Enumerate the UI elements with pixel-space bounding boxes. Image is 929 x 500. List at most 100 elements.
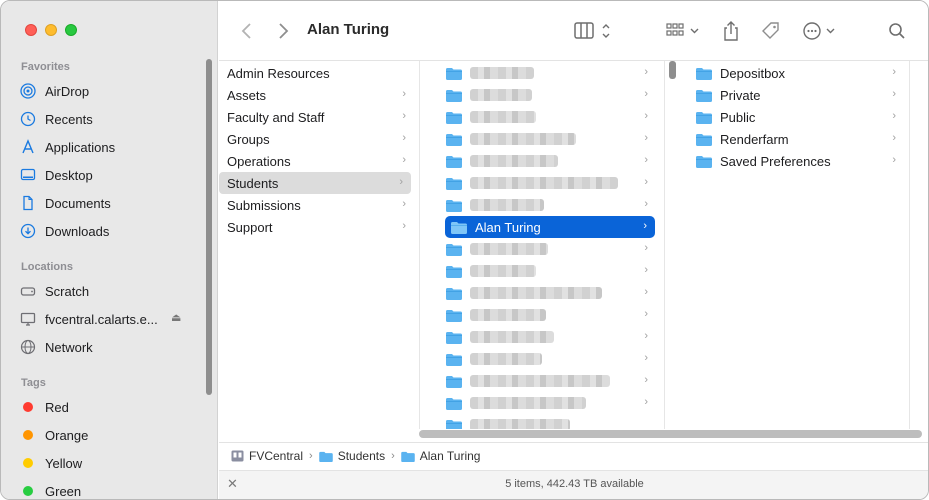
sidebar-tag-yellow[interactable]: Yellow xyxy=(19,451,199,475)
sidebar-tag-orange[interactable]: Orange xyxy=(19,423,199,447)
folder-icon xyxy=(446,265,462,278)
view-mode-button[interactable] xyxy=(573,19,617,43)
sidebar-item-recents[interactable]: Recents xyxy=(19,107,199,131)
server-icon xyxy=(231,450,244,462)
column-row-depositbox[interactable]: Depositbox › xyxy=(696,62,904,84)
chevron-right-icon: › xyxy=(644,330,648,342)
sidebar-tag-red[interactable]: Red xyxy=(19,395,199,419)
chevron-right-icon: › xyxy=(391,450,395,462)
more-actions-button[interactable] xyxy=(801,19,841,43)
breadcrumb-fvcentral[interactable]: FVCentral › xyxy=(231,449,319,463)
chevron-right-icon: › xyxy=(644,110,648,122)
forward-button[interactable] xyxy=(271,19,295,43)
folder-icon xyxy=(446,89,462,102)
sidebar-item-applications[interactable]: Applications xyxy=(19,135,199,159)
folder-icon xyxy=(318,451,333,462)
blurred-name xyxy=(470,375,610,387)
search-button[interactable] xyxy=(885,19,909,43)
document-icon xyxy=(19,194,37,212)
column-row-public[interactable]: Public › xyxy=(696,106,904,128)
column-row-blurred[interactable]: › xyxy=(446,150,656,172)
column-row-blurred[interactable]: › xyxy=(446,392,656,414)
zoom-window-button[interactable] xyxy=(65,24,77,36)
status-text: 5 items, 442.43 TB available xyxy=(505,478,644,490)
chevron-right-icon: › xyxy=(644,88,648,100)
blurred-name xyxy=(470,199,544,211)
column-row-blurred[interactable]: › xyxy=(446,348,656,370)
blurred-name xyxy=(470,353,542,365)
column-row-blurred[interactable]: › xyxy=(446,62,656,84)
display-icon xyxy=(19,310,37,328)
breadcrumb-students[interactable]: Students › xyxy=(318,449,401,463)
column-row-saved-preferences[interactable]: Saved Preferences › xyxy=(696,150,904,172)
column-row-blurred[interactable]: › xyxy=(446,128,656,150)
sidebar-item-desktop[interactable]: Desktop xyxy=(19,163,199,187)
column-row-blurred[interactable] xyxy=(446,414,656,429)
column-row-faculty-and-staff[interactable]: Faculty and Staff › xyxy=(219,106,414,128)
column-row-assets[interactable]: Assets › xyxy=(219,84,414,106)
column-row-alan-turing[interactable]: Alan Turing › xyxy=(445,216,655,238)
yellow-tag-dot-icon xyxy=(23,458,33,468)
sidebar-item-downloads[interactable]: Downloads xyxy=(19,219,199,243)
column-2[interactable]: › › › › › › › Alan Turing › › › › › › › … xyxy=(438,61,665,429)
folder-icon xyxy=(696,111,712,124)
column-row-blurred[interactable]: › xyxy=(446,106,656,128)
applications-icon xyxy=(19,138,37,156)
column-row-blurred[interactable]: › xyxy=(446,238,656,260)
sidebar-item-documents[interactable]: Documents xyxy=(19,191,199,215)
column-3[interactable]: Depositbox › Private › Public › Renderfa… xyxy=(688,61,910,429)
group-by-button[interactable] xyxy=(665,19,705,43)
chevron-right-icon: › xyxy=(644,242,648,254)
tag-button[interactable] xyxy=(759,19,783,43)
column-row-groups[interactable]: Groups › xyxy=(219,128,414,150)
sidebar-item-airdrop[interactable]: AirDrop xyxy=(19,79,199,103)
column-row-blurred[interactable]: › xyxy=(446,84,656,106)
chevron-right-icon: › xyxy=(399,176,403,188)
column-row-submissions[interactable]: Submissions › xyxy=(219,194,414,216)
chevron-right-icon: › xyxy=(644,198,648,210)
breadcrumb-alan-turing[interactable]: Alan Turing xyxy=(400,449,480,463)
eject-icon[interactable]: ⏏ xyxy=(171,311,181,324)
column-row-admin-resources[interactable]: Admin Resources xyxy=(219,62,414,84)
column-row-blurred[interactable]: › xyxy=(446,194,656,216)
column-row-blurred[interactable]: › xyxy=(446,370,656,392)
blurred-name xyxy=(470,309,546,321)
sidebar-item-network[interactable]: Network xyxy=(19,335,199,359)
column-row-blurred[interactable]: › xyxy=(446,304,656,326)
folder-icon xyxy=(696,133,712,146)
row-label: Groups xyxy=(227,131,270,147)
sidebar-item-label: Documents xyxy=(45,195,111,211)
chevron-right-icon: › xyxy=(892,154,896,166)
column-row-private[interactable]: Private › xyxy=(696,84,904,106)
back-button[interactable] xyxy=(235,19,259,43)
column-1[interactable]: Admin Resources Assets › Faculty and Sta… xyxy=(219,61,420,429)
minimize-window-button[interactable] xyxy=(45,24,57,36)
chevron-right-icon: › xyxy=(644,66,648,78)
folder-icon xyxy=(451,221,467,234)
tags-header: Tags xyxy=(21,377,46,389)
share-button[interactable] xyxy=(719,19,743,43)
sidebar-scrollbar[interactable] xyxy=(206,59,212,395)
folder-icon xyxy=(446,133,462,146)
column-2-scrollbar[interactable] xyxy=(669,61,676,79)
chevron-right-icon xyxy=(279,23,289,39)
sidebar-item-scratch[interactable]: Scratch xyxy=(19,279,199,303)
horizontal-scrollbar[interactable] xyxy=(419,430,922,438)
column-row-students[interactable]: Students › xyxy=(219,172,411,194)
window-title: Alan Turing xyxy=(307,21,390,38)
row-label: Public xyxy=(720,109,756,125)
column-row-renderfarm[interactable]: Renderfarm › xyxy=(696,128,904,150)
column-row-operations[interactable]: Operations › xyxy=(219,150,414,172)
column-row-blurred[interactable]: › xyxy=(446,260,656,282)
folder-icon xyxy=(446,375,462,388)
blurred-name xyxy=(470,331,554,343)
chevron-right-icon: › xyxy=(644,264,648,276)
ellipsis-circle-icon xyxy=(803,22,835,40)
sidebar-tag-green[interactable]: Green xyxy=(19,479,199,499)
column-row-blurred[interactable]: › xyxy=(446,326,656,348)
column-row-blurred[interactable]: › xyxy=(446,172,656,194)
folder-icon xyxy=(446,331,462,344)
column-row-blurred[interactable]: › xyxy=(446,282,656,304)
close-window-button[interactable] xyxy=(25,24,37,36)
column-row-support[interactable]: Support › xyxy=(219,216,414,238)
